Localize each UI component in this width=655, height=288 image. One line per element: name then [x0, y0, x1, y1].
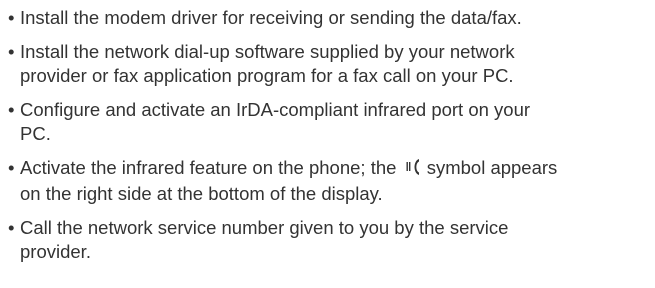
- item-text-line: Call the network service number given to…: [20, 217, 509, 238]
- bullet: •: [8, 7, 15, 28]
- list-item: • Call the network service number given …: [8, 216, 655, 264]
- item-text-line: Install the network dial-up software sup…: [20, 41, 515, 62]
- bullet: •: [8, 217, 15, 238]
- list-item: • Activate the infrared feature on the p…: [8, 156, 655, 206]
- item-text-line: provider.: [20, 241, 91, 262]
- item-text-line: provider or fax application program for …: [20, 65, 514, 86]
- item-text-line: on the right side at the bottom of the d…: [20, 183, 383, 204]
- instruction-list: • Install the modem driver for receiving…: [0, 0, 655, 264]
- list-item: • Configure and activate an IrDA-complia…: [8, 98, 655, 146]
- item-text-line: symbol appears: [421, 157, 558, 178]
- bullet: •: [8, 41, 15, 62]
- infrared-symbol-icon: [406, 158, 420, 182]
- bullet: •: [8, 99, 15, 120]
- item-text-line: PC.: [20, 123, 51, 144]
- item-text-line: Activate the infrared feature on the pho…: [20, 157, 402, 178]
- list-item: • Install the network dial-up software s…: [8, 40, 655, 88]
- item-text: Install the modem driver for receiving o…: [20, 7, 522, 28]
- list-item: • Install the modem driver for receiving…: [8, 6, 655, 30]
- item-text-line: Configure and activate an IrDA-compliant…: [20, 99, 531, 120]
- bullet: •: [8, 157, 15, 178]
